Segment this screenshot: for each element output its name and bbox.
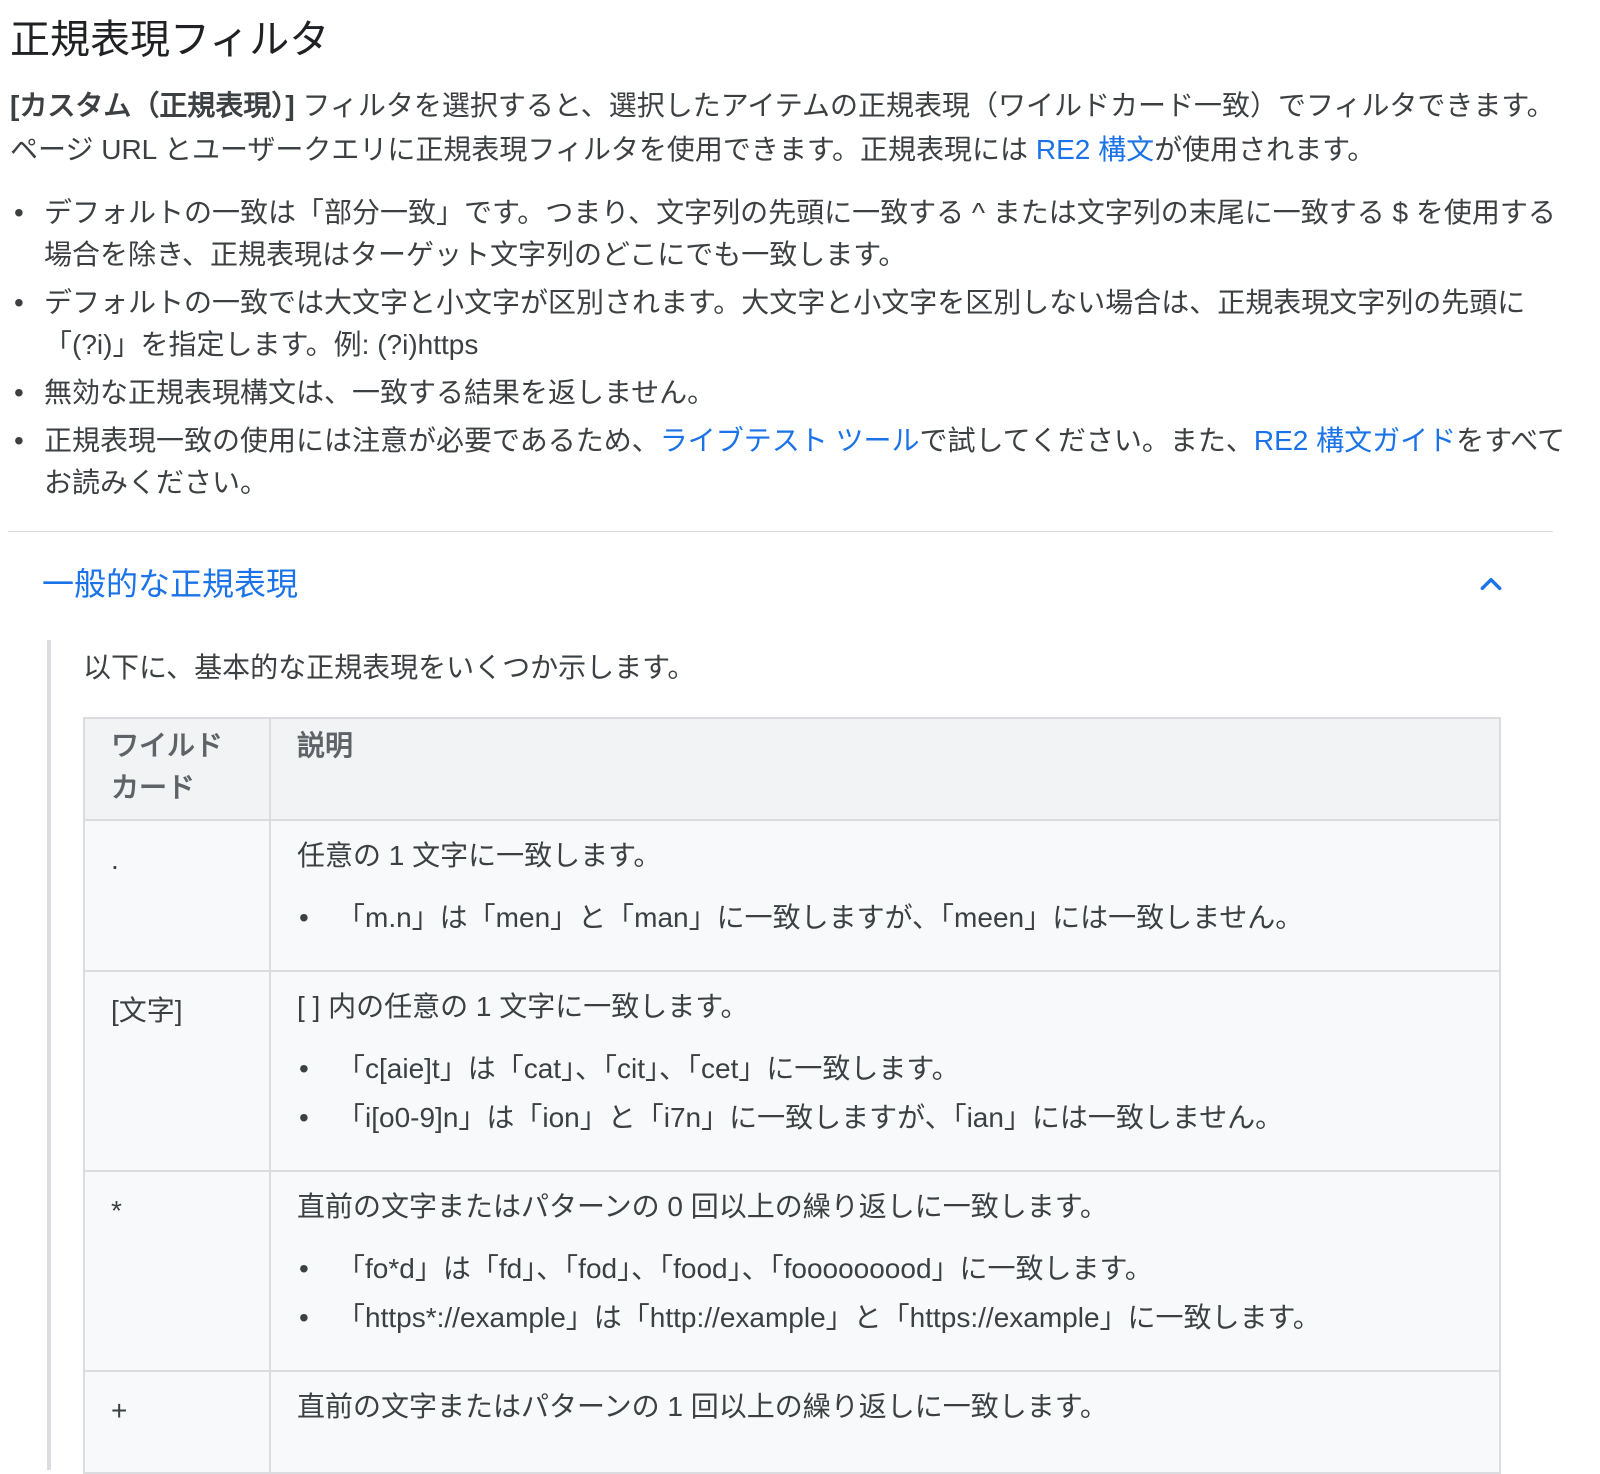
table-row: * 直前の文字またはパターンの 0 回以上の繰り返しに一致します。 • 「fo*d… <box>83 1170 1501 1372</box>
notes-list: • デフォルトの一致は「部分一致」です。つまり、文字列の先頭に一致する ^ また… <box>10 192 1570 510</box>
note-text: 正規表現一致の使用には注意が必要であるため、 <box>44 425 660 456</box>
bullet-icon: • <box>299 1053 309 1084</box>
section-intro: 以下に、基本的な正規表現をいくつか示します。 <box>83 652 696 683</box>
list-item: • デフォルトの一致は「部分一致」です。つまり、文字列の先頭に一致する ^ また… <box>10 192 1570 276</box>
section-toggle-common-regex[interactable]: 一般的な正規表現 <box>10 555 1555 615</box>
intro-text-end: が使用されます。 <box>1154 134 1376 165</box>
wildcard-cell: . <box>83 819 271 972</box>
header-description: 説明 <box>269 717 1501 821</box>
list-item: • デフォルトの一致では大文字と小文字が区別されます。大文字と小文字を区別しない… <box>10 282 1570 366</box>
example-item: • 「fo*d」は「fd」、「fod」、「food」、「fooooooood」に一… <box>297 1248 1475 1290</box>
regex-table: ワイルドカード 説明 . 任意の 1 文字に一致します。 • 「m.n」は「men… <box>83 717 1501 1474</box>
table-row: [文字] [ ] 内の任意の 1 文字に一致します。 • 「c[aie]t」は「c… <box>83 970 1501 1172</box>
live-test-tool-link[interactable]: ライブテスト ツール <box>660 425 920 456</box>
bullet-icon: • <box>299 902 309 933</box>
intro-bold-label: [カスタム（正規表現）] <box>10 90 295 121</box>
bullet-icon: • <box>14 197 24 228</box>
chevron-up-icon[interactable] <box>1478 571 1504 597</box>
section-body: 以下に、基本的な正規表現をいくつか示します。 ワイルドカード 説明 . 任意の … <box>47 640 1561 1474</box>
bullet-icon: • <box>299 1302 309 1333</box>
bullet-icon: • <box>299 1253 309 1284</box>
description-text: 直前の文字またはパターンの 0 回以上の繰り返しに一致します。 <box>297 1191 1108 1222</box>
example-list: • 「fo*d」は「fd」、「fod」、「food」、「fooooooood」に一… <box>297 1248 1475 1339</box>
note-text: 無効な正規表現構文は、一致する結果を返しません。 <box>44 377 716 408</box>
description-cell: 任意の 1 文字に一致します。 • 「m.n」は「men」と「man」に一致します… <box>269 819 1501 972</box>
description-text: 直前の文字またはパターンの 1 回以上の繰り返しに一致します。 <box>297 1391 1108 1422</box>
header-wildcard: ワイルドカード <box>83 717 271 821</box>
section-divider <box>8 531 1553 532</box>
re2-syntax-guide-link[interactable]: RE2 構文ガイド <box>1254 425 1456 456</box>
list-item: • 無効な正規表現構文は、一致する結果を返しません。 <box>10 372 1570 414</box>
note-text: デフォルトの一致では大文字と小文字が区別されます。大文字と小文字を区別しない場合… <box>44 287 1526 360</box>
bullet-icon: • <box>299 1102 309 1133</box>
table-row: . 任意の 1 文字に一致します。 • 「m.n」は「men」と「man」に一致し… <box>83 819 1501 972</box>
example-list: • 「c[aie]t」は「cat」、「cit」、「cet」に一致します。 • 「i[… <box>297 1048 1475 1139</box>
example-item: • 「i[o0-9]n」は「ion」と「i7n」に一致しますが、「ian」には一致… <box>297 1097 1475 1139</box>
example-text: 「c[aie]t」は「cat」、「cit」、「cet」に一致します。 <box>337 1053 960 1084</box>
wildcard-cell: * <box>83 1170 271 1372</box>
section-title: 一般的な正規表現 <box>42 566 299 602</box>
list-item: • 正規表現一致の使用には注意が必要であるため、ライブテスト ツールで試してくだ… <box>10 420 1570 504</box>
example-text: 「fo*d」は「fd」、「fod」、「food」、「fooooooood」に一致… <box>337 1253 1153 1284</box>
description-cell: [ ] 内の任意の 1 文字に一致します。 • 「c[aie]t」は「cat」、「… <box>269 970 1501 1172</box>
bullet-icon: • <box>14 287 24 318</box>
description-cell: 直前の文字またはパターンの 1 回以上の繰り返しに一致します。 <box>269 1370 1501 1474</box>
example-item: • 「https*://example」は「http://example」と「ht… <box>297 1297 1475 1339</box>
intro-paragraph: [カスタム（正規表現）] フィルタを選択すると、選択したアイテムの正規表現（ワイ… <box>10 84 1570 172</box>
example-text: 「https*://example」は「http://example」と「htt… <box>337 1302 1321 1333</box>
example-text: 「i[o0-9]n」は「ion」と「i7n」に一致しますが、「ian」には一致し… <box>337 1102 1284 1133</box>
bullet-icon: • <box>14 425 24 456</box>
note-text: で試してください。また、 <box>919 425 1254 456</box>
description-text: 任意の 1 文字に一致します。 <box>297 840 662 871</box>
table-row: + 直前の文字またはパターンの 1 回以上の繰り返しに一致します。 <box>83 1370 1501 1474</box>
re2-syntax-link[interactable]: RE2 構文 <box>1036 134 1154 165</box>
bullet-icon: • <box>14 377 24 408</box>
example-item: • 「m.n」は「men」と「man」に一致しますが、「meen」には一致しません… <box>297 897 1475 939</box>
description-cell: 直前の文字またはパターンの 0 回以上の繰り返しに一致します。 • 「fo*d」は… <box>269 1170 1501 1372</box>
wildcard-cell: + <box>83 1370 271 1474</box>
example-text: 「m.n」は「men」と「man」に一致しますが、「meen」には一致しません。 <box>337 902 1304 933</box>
note-text: デフォルトの一致は「部分一致」です。つまり、文字列の先頭に一致する ^ または文… <box>44 197 1556 270</box>
description-text: [ ] 内の任意の 1 文字に一致します。 <box>297 991 749 1022</box>
page-title: 正規表現フィルタ <box>10 18 330 62</box>
example-list: • 「m.n」は「men」と「man」に一致しますが、「meen」には一致しません… <box>297 897 1475 939</box>
table-header-row: ワイルドカード 説明 <box>83 717 1501 821</box>
wildcard-cell: [文字] <box>83 970 271 1172</box>
example-item: • 「c[aie]t」は「cat」、「cit」、「cet」に一致します。 <box>297 1048 1475 1090</box>
